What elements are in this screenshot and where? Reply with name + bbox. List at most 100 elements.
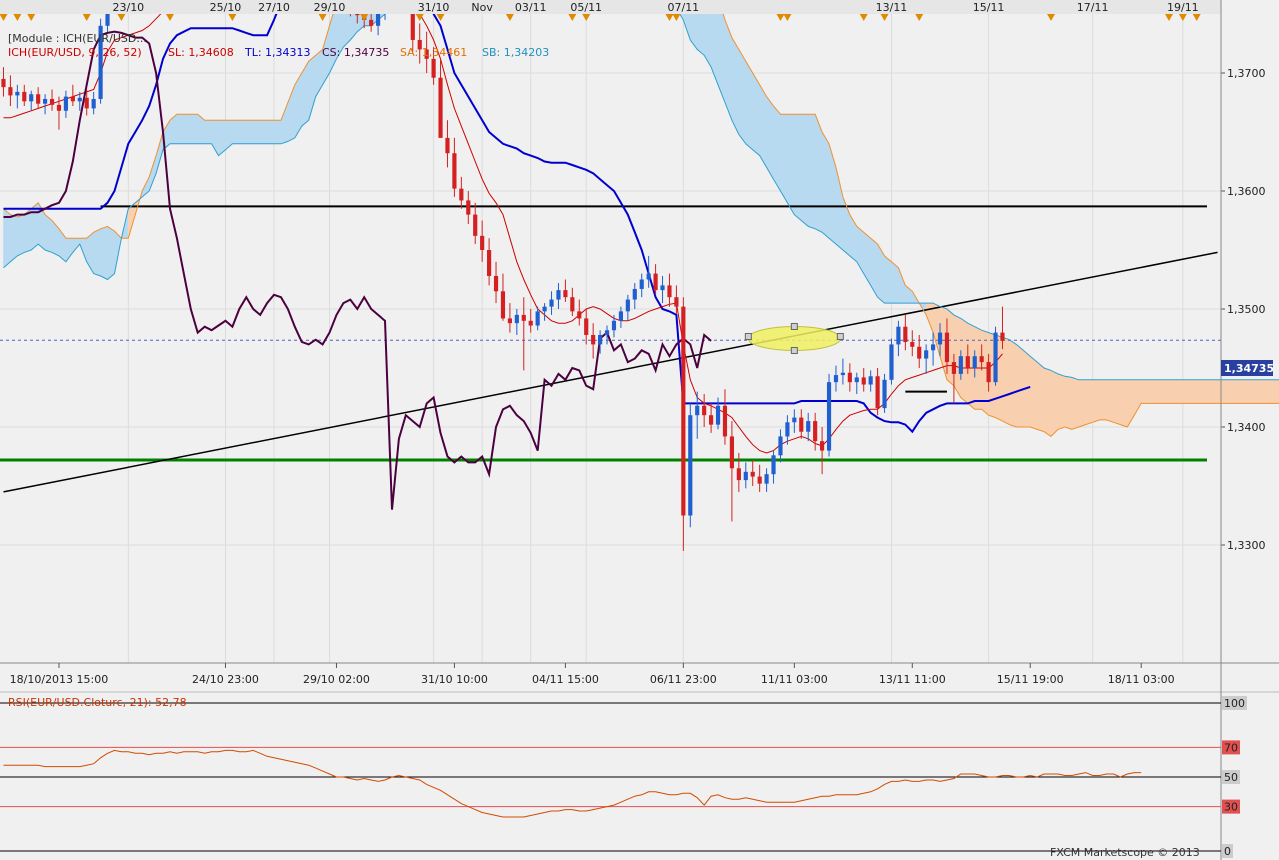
candle-body (736, 468, 741, 481)
cloud-segment (821, 131, 830, 239)
candle-body (875, 376, 880, 409)
bottom-date-tick: 06/11 23:00 (650, 673, 717, 686)
candle-body (452, 153, 457, 189)
candle-body (771, 455, 776, 475)
cloud-segment (1224, 379, 1232, 404)
candle-body (1000, 332, 1005, 341)
cloud-segment (1265, 379, 1274, 404)
candle-body (660, 285, 665, 291)
candle-body (951, 362, 956, 374)
candle-body (542, 306, 547, 312)
top-date-tick: 07/11 (667, 1, 699, 14)
cloud-segment (204, 119, 212, 145)
cloud-segment (1113, 379, 1121, 425)
candle-body (43, 98, 48, 104)
cloud-segment (1140, 379, 1149, 404)
bottom-date-tick: 15/11 19:00 (997, 673, 1064, 686)
bottom-date-tick: 13/11 11:00 (879, 673, 946, 686)
rsi-level-label: 50 (1224, 771, 1238, 784)
candle-body (861, 377, 866, 385)
candle[interactable] (993, 326, 998, 386)
cloud-segment (752, 72, 760, 157)
candle-body (667, 285, 672, 298)
candle-body (806, 421, 811, 432)
tl-label: TL: 1,34313 (244, 46, 311, 59)
cloud-segment (246, 119, 254, 145)
candle-body (743, 471, 748, 481)
cloud-segment (1161, 379, 1170, 404)
y-tick-label: 1,3500 (1227, 303, 1266, 316)
candle-body (493, 275, 499, 292)
candle-body (702, 405, 707, 416)
candle-body (521, 314, 526, 321)
cloud-segment (176, 114, 185, 145)
cloud-segment (1050, 369, 1059, 438)
candle-body (903, 326, 908, 343)
candle-body (556, 290, 561, 300)
price-axis-bg (1221, 0, 1279, 663)
candle-body (750, 471, 755, 477)
cloud-segment (1092, 379, 1100, 423)
candle-body (972, 356, 977, 368)
candle-body (931, 344, 936, 351)
candle-body (820, 441, 825, 451)
cloud-segment (1078, 379, 1086, 428)
top-date-tick: 03/11 (515, 1, 547, 14)
cloud-segment (1272, 379, 1279, 404)
candle-body (15, 91, 20, 96)
candle-body (778, 436, 783, 456)
candle-body (882, 379, 887, 409)
cloud-segment (259, 119, 268, 145)
cloud-segment (1036, 361, 1045, 433)
cloud-segment (1106, 379, 1114, 423)
cloud-segment (745, 60, 753, 151)
cloud-segment (807, 114, 816, 230)
cloud-segment (252, 119, 261, 145)
ichimoku-label: ICH(EUR/USD, 9, 26, 52) (8, 46, 142, 59)
candle[interactable] (681, 297, 686, 551)
ellipse-handle[interactable] (836, 333, 844, 340)
sl-label: SL: 1,34608 (168, 46, 234, 59)
top-date-tick: 13/11 (876, 1, 908, 14)
y-tick-label: 1,3400 (1227, 421, 1266, 434)
bottom-date-tick: 31/10 10:00 (421, 673, 488, 686)
cloud-segment (738, 48, 747, 145)
cloud-segment (773, 105, 781, 192)
cloud-segment (183, 114, 192, 145)
ellipse-annotation[interactable] (747, 326, 841, 351)
ellipse-handle[interactable] (790, 323, 798, 330)
candle-body (785, 422, 790, 437)
candle-body (813, 421, 818, 442)
ellipse-handle[interactable] (790, 347, 798, 354)
bottom-date-tick: 29/10 02:00 (303, 673, 370, 686)
ellipse-handle[interactable] (744, 333, 752, 340)
candle-body (591, 334, 596, 345)
candle[interactable] (826, 373, 832, 457)
cloud-segment (891, 261, 899, 304)
cloud-segment (731, 36, 740, 135)
cloud-segment (1002, 336, 1010, 426)
candle-body (695, 405, 700, 416)
candle-body (535, 311, 540, 326)
bottom-date-tick: 18/11 03:00 (1108, 673, 1175, 686)
cloud-segment (1154, 379, 1163, 404)
cloud-segment (239, 119, 247, 145)
candle[interactable] (688, 403, 693, 528)
rsi-level-label: 70 (1224, 741, 1238, 754)
cloud-segment (1210, 379, 1218, 404)
candle-body (979, 356, 984, 363)
rsi-level-label: 100 (1224, 697, 1245, 710)
candle-body (729, 436, 734, 469)
candle-body (709, 415, 714, 425)
cloud-segment (1231, 379, 1239, 404)
cloud-segment (1071, 377, 1080, 430)
cloud-segment (787, 114, 795, 216)
sa-label: SA: 1,34461 (400, 46, 467, 59)
cloud-segment (232, 119, 240, 145)
bottom-date-tick: 24/10 23:00 (192, 673, 259, 686)
candle[interactable] (889, 338, 894, 385)
top-date-tick: 15/11 (973, 1, 1005, 14)
cloud-segment (1196, 379, 1204, 404)
candle-body (646, 273, 651, 280)
cloud-segment (1043, 367, 1052, 437)
